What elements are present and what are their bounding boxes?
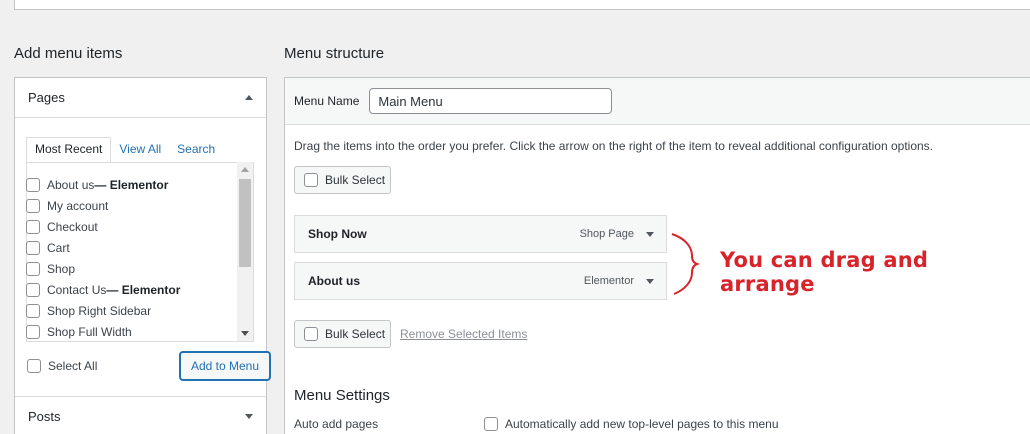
menu-item-title: Shop Now — [308, 227, 367, 241]
tab-most-recent[interactable]: Most Recent — [26, 137, 112, 163]
page-checkbox[interactable] — [26, 198, 40, 213]
scroll-down-icon[interactable] — [241, 331, 249, 336]
bulk-select-label: Bulk Select — [325, 173, 386, 187]
page-checkbox[interactable] — [26, 303, 40, 318]
menu-item-about-us[interactable]: About us Elementor — [294, 262, 667, 300]
drag-instructions: Drag the items into the order you prefer… — [294, 139, 934, 153]
add-to-menu-button[interactable]: Add to Menu — [180, 352, 270, 380]
scroll-up-icon[interactable] — [241, 167, 249, 172]
page-checkbox[interactable] — [26, 282, 40, 297]
expand-arrow-icon[interactable] — [245, 414, 253, 419]
list-item[interactable]: Shop Right Sidebar — [26, 300, 180, 321]
pages-tabs: Most Recent View All Search — [26, 137, 223, 163]
page-checkbox[interactable] — [26, 324, 40, 339]
page-checkbox[interactable] — [26, 219, 40, 234]
bulk-select-bottom[interactable]: Bulk Select — [294, 320, 391, 348]
select-all-control[interactable]: Select All — [27, 359, 97, 373]
bulk-select-checkbox[interactable] — [304, 327, 318, 341]
posts-section-header[interactable]: Posts — [15, 396, 266, 434]
add-menu-items-title: Add menu items — [14, 45, 123, 62]
menu-name-bar: Menu Name — [285, 78, 1030, 125]
bulk-select-checkbox[interactable] — [304, 173, 318, 187]
page-checkbox[interactable] — [26, 261, 40, 276]
bulk-select-top[interactable]: Bulk Select — [294, 166, 391, 194]
list-item[interactable]: Checkout — [26, 216, 180, 237]
drag-arrange-annotation: You can drag and arrange — [720, 248, 929, 296]
list-item[interactable]: Contact Us — Elementor — [26, 279, 180, 300]
menu-name-label: Menu Name — [294, 94, 360, 108]
pages-list-scrollbar[interactable] — [237, 162, 253, 341]
tab-view-all[interactable]: View All — [111, 138, 169, 162]
curly-brace-annotation — [671, 233, 701, 295]
list-item[interactable]: Shop Full Width — [26, 321, 180, 342]
page-checkbox[interactable] — [26, 177, 40, 192]
remove-selected-items-link[interactable]: Remove Selected Items — [400, 327, 527, 341]
list-item[interactable]: About us — Elementor — [26, 174, 180, 195]
select-all-checkbox[interactable] — [27, 359, 41, 373]
auto-add-checkbox-label: Automatically add new top-level pages to… — [505, 417, 779, 431]
bulk-select-label: Bulk Select — [325, 327, 386, 341]
expand-arrow-icon[interactable] — [646, 231, 654, 237]
list-item[interactable]: Shop — [26, 258, 180, 279]
menu-item-shop-now[interactable]: Shop Now Shop Page — [294, 215, 667, 253]
collapse-arrow-icon[interactable] — [245, 95, 253, 100]
select-all-label: Select All — [48, 359, 98, 373]
posts-heading: Posts — [28, 409, 61, 424]
auto-add-pages-control[interactable]: Automatically add new top-level pages to… — [484, 417, 779, 431]
expand-arrow-icon[interactable] — [646, 278, 654, 284]
menu-item-type: Elementor — [583, 275, 634, 287]
add-menu-items-accordion: Pages Most Recent View All Search About … — [14, 77, 270, 434]
scroll-thumb[interactable] — [239, 179, 251, 267]
auto-add-pages-label: Auto add pages — [294, 417, 379, 431]
pages-section-header[interactable]: Pages — [15, 78, 266, 118]
pages-checklist: About us — Elementor My account Checkout… — [26, 174, 180, 342]
page-checkbox[interactable] — [26, 240, 40, 255]
list-item[interactable]: My account — [26, 195, 180, 216]
auto-add-checkbox[interactable] — [484, 417, 498, 431]
menu-structure-title: Menu structure — [284, 45, 385, 62]
menu-name-input[interactable] — [369, 88, 613, 114]
menu-item-type: Shop Page — [579, 228, 634, 240]
tab-search[interactable]: Search — [169, 138, 223, 162]
menu-item-title: About us — [308, 274, 360, 288]
list-item[interactable]: Cart — [26, 237, 180, 258]
pages-heading: Pages — [28, 90, 65, 105]
menu-settings-title: Menu Settings — [294, 387, 390, 404]
top-panel-edge — [14, 0, 1030, 10]
